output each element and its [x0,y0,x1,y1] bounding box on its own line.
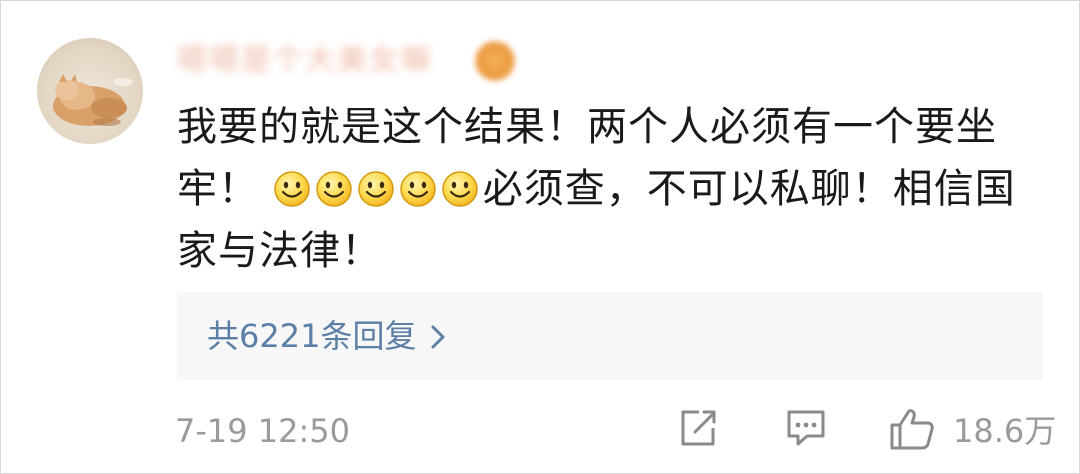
chevron-right-icon [430,295,446,383]
user-badge-icon [475,41,515,81]
emoji-row [273,166,483,212]
comment-text: 我要的就是这个结果！两个人必须有一个要坐牢！ 必须查，不可以私聊！相信国家与法律… [177,96,1037,282]
smile-emoji [441,171,478,207]
replies-label: 共6221条回复 [207,317,417,355]
comment-card: 嗯嗯是个大美女嘛 我要的就是这个结果！两个人必须有一个要坐牢！ 必须查，不可以私… [0,0,1080,474]
like-count: 18.6万 [953,412,1057,450]
comment-timestamp: 7-19 12:50 [175,412,351,450]
replies-box: 共6221条回复 [177,292,1043,380]
like-button[interactable] [889,407,937,455]
cat-avatar [53,74,133,126]
smile-emoji [357,171,394,207]
thumbs-up-icon [890,409,934,450]
comment-button[interactable] [785,407,827,455]
smile-emoji [399,171,436,207]
username[interactable]: 嗯嗯是个大美女嘛 [177,41,477,81]
smile-emoji [273,171,310,207]
comment-icon [787,410,825,446]
share-button[interactable] [677,407,719,455]
share-icon [681,410,716,446]
smile-emoji [315,171,352,207]
view-replies-link[interactable]: 共6221条回复 [207,292,446,380]
user-avatar[interactable] [37,38,143,144]
